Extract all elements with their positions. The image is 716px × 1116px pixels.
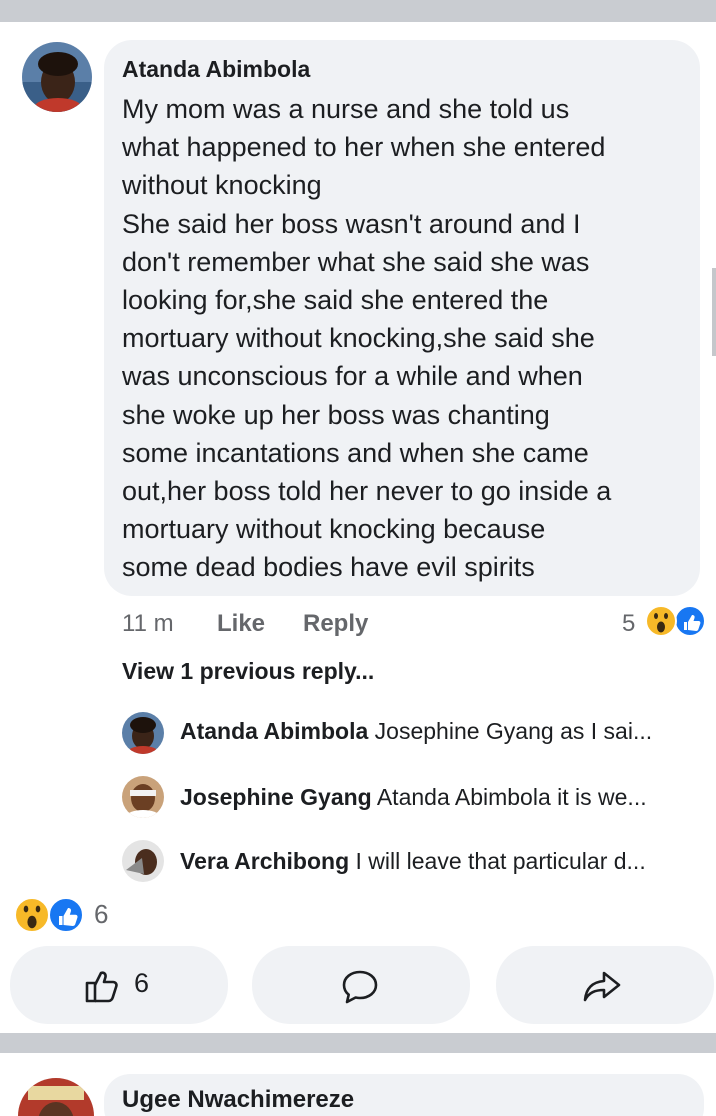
reply-avatar[interactable] [122, 712, 164, 754]
comment-bubble-icon [342, 970, 378, 1004]
like-button[interactable] [10, 946, 228, 1024]
feed-separator [0, 0, 716, 22]
comment-line: don't remember what she said she was [122, 246, 590, 277]
comment-reaction-count[interactable]: 5 [622, 610, 635, 638]
reply-item[interactable]: Vera Archibong I will leave that particu… [180, 848, 646, 875]
reply-item[interactable]: Josephine Gyang Atanda Abimbola it is we… [180, 784, 647, 811]
reply-snippet: Josephine Gyang as I sai... [374, 718, 653, 744]
comment-line: was unconscious for a while and when [122, 361, 583, 392]
wow-reaction-icon [14, 897, 50, 933]
next-commenter-avatar[interactable] [18, 1078, 94, 1116]
comment-line: some dead bodies have evil spirits [122, 552, 535, 583]
reply-avatar[interactable] [122, 776, 164, 818]
reply-avatar[interactable] [122, 840, 164, 882]
comment-button[interactable] [252, 946, 470, 1024]
comment-line: without knocking [122, 170, 322, 201]
like-outline-icon [85, 971, 118, 1003]
like-button-count[interactable]: 6 [134, 968, 149, 999]
share-button[interactable] [496, 946, 714, 1024]
comment-like-link[interactable]: Like [217, 610, 265, 638]
reply-author[interactable]: Josephine Gyang [180, 784, 372, 810]
scroll-indicator [712, 268, 716, 356]
comment-reply-link[interactable]: Reply [303, 610, 368, 638]
post-reactions[interactable] [10, 895, 90, 935]
reply-snippet: Atanda Abimbola it is we... [376, 784, 647, 810]
comment-line: what happened to her when she entered [122, 132, 606, 163]
next-comment-author[interactable]: Ugee Nwachimereze [122, 1086, 354, 1114]
commenter-avatar[interactable] [22, 42, 92, 112]
reply-snippet: I will leave that particular d... [355, 848, 646, 874]
comment-author[interactable]: Atanda Abimbola [122, 56, 310, 83]
reply-author[interactable]: Atanda Abimbola [180, 718, 368, 744]
post-reaction-count[interactable]: 6 [94, 899, 108, 930]
comment-timestamp: 11 m [122, 610, 174, 637]
comment-reactions[interactable] [644, 604, 710, 638]
share-arrow-icon [583, 971, 621, 1002]
like-reaction-icon [48, 897, 84, 933]
comment-text: My mom was a nurse and she told us what … [122, 90, 692, 587]
comment-line: She said her boss wasn't around and I [122, 208, 581, 239]
view-previous-replies[interactable]: View 1 previous reply... [122, 658, 374, 685]
wow-reaction-icon [645, 605, 677, 637]
reply-author[interactable]: Vera Archibong [180, 848, 349, 874]
feed-separator [0, 1033, 716, 1053]
comment-line: looking for,she said she entered the [122, 285, 549, 316]
reply-item[interactable]: Atanda Abimbola Josephine Gyang as I sai… [180, 718, 652, 745]
like-reaction-icon [674, 605, 706, 637]
comment-line: mortuary without knocking because [122, 514, 546, 545]
comment-line: she woke up her boss was chanting [122, 399, 550, 430]
comment-line: some incantations and when she came [122, 437, 589, 468]
comment-line: My mom was a nurse and she told us [122, 94, 570, 124]
comment-line: mortuary without knocking,she said she [122, 323, 595, 354]
comment-line: out,her boss told her never to go inside… [122, 476, 612, 507]
